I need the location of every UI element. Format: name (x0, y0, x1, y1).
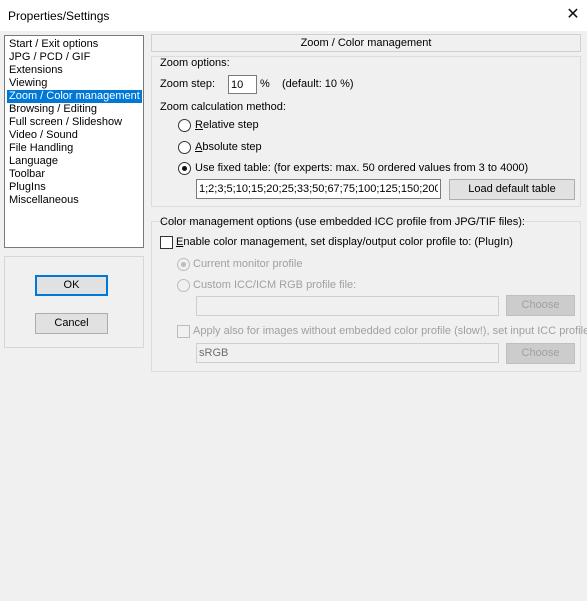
current-monitor-label: Current monitor profile (193, 258, 303, 270)
window-title: Properties/Settings (8, 9, 110, 23)
enable-text: nable color management, set display/outp… (183, 236, 513, 248)
list-item-selected[interactable]: Zoom / Color management (7, 90, 142, 103)
fixed-table-input[interactable] (196, 179, 441, 199)
current-monitor-radio[interactable] (177, 258, 190, 271)
custom-icc-radio[interactable] (177, 279, 190, 292)
enable-color-management-label[interactable]: Enable color management, set display/out… (176, 236, 513, 249)
zoom-step-default: (default: 10 %) (282, 78, 354, 90)
relative-step-mnemonic: R (195, 119, 203, 131)
zoom-method-label: Zoom calculation method: (160, 101, 286, 113)
relative-step-radio[interactable] (178, 119, 191, 132)
cancel-button[interactable]: Cancel (35, 313, 108, 334)
list-item[interactable]: Toolbar (7, 168, 47, 181)
zoom-step-label: Zoom step: (160, 78, 216, 90)
enable-color-management-checkbox[interactable] (160, 236, 173, 249)
custom-icc-label: Custom ICC/ICM RGB profile file: (193, 279, 357, 291)
color-management-label: Color management options (use embedded I… (160, 216, 525, 228)
absolute-step-label[interactable]: Absolute step (195, 141, 262, 154)
list-item[interactable]: Extensions (7, 64, 65, 77)
page-title: Zoom / Color management (151, 34, 581, 52)
zoom-options-label: Zoom options: (160, 57, 230, 69)
input-icc-profile-input[interactable] (196, 343, 499, 363)
fixed-table-label[interactable]: Use fixed table: (for experts: max. 50 o… (195, 162, 528, 175)
fixed-table-radio[interactable] (178, 162, 191, 175)
list-item[interactable]: JPG / PCD / GIF (7, 51, 92, 64)
category-list[interactable]: Start / Exit options JPG / PCD / GIF Ext… (4, 35, 144, 248)
choose-icc-button[interactable]: Choose (506, 295, 575, 316)
ok-button[interactable]: OK (35, 275, 108, 296)
list-item[interactable]: Miscellaneous (7, 194, 81, 207)
list-item[interactable]: Viewing (7, 77, 49, 90)
zoom-step-unit: % (260, 78, 270, 90)
zoom-step-input[interactable] (228, 75, 257, 94)
choose-input-profile-button[interactable]: Choose (506, 343, 575, 364)
apply-also-checkbox[interactable] (177, 325, 190, 338)
absolute-step-radio[interactable] (178, 141, 191, 154)
absolute-step-text: bsolute step (202, 141, 262, 153)
load-default-table-button[interactable]: Load default table (449, 179, 575, 200)
list-item[interactable]: Language (7, 155, 60, 168)
dialog-buttons-panel (4, 256, 144, 348)
relative-step-label[interactable]: Relative step (195, 119, 259, 132)
list-item[interactable]: Video / Sound (7, 129, 80, 142)
apply-also-label: Apply also for images without embedded c… (193, 325, 587, 337)
list-item[interactable]: Browsing / Editing (7, 103, 99, 116)
relative-step-text: elative step (202, 119, 259, 131)
close-icon[interactable]: ✕ (561, 4, 585, 26)
list-item[interactable]: Full screen / Slideshow (7, 116, 124, 129)
list-item[interactable]: PlugIns (7, 181, 48, 194)
custom-icc-path-input[interactable] (196, 296, 499, 316)
list-item[interactable]: Start / Exit options (7, 38, 100, 51)
list-item[interactable]: File Handling (7, 142, 75, 155)
